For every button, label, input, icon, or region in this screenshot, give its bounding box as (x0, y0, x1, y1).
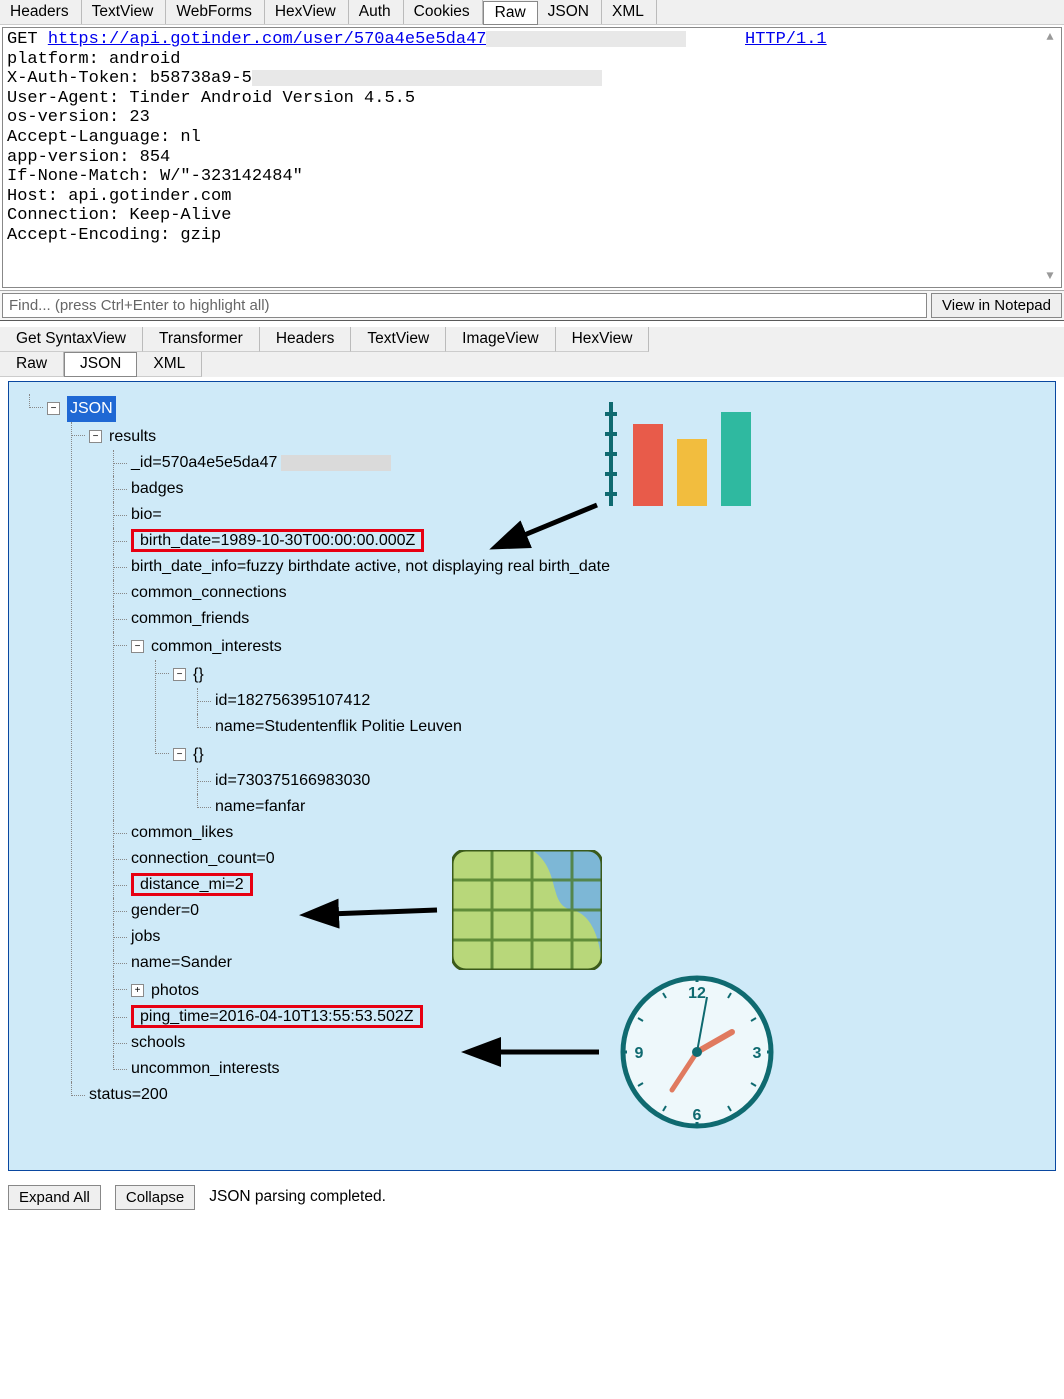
tab-resp-hexview[interactable]: HexView (556, 327, 650, 352)
tree-ci1-id[interactable]: id=730375166983030 (215, 772, 370, 789)
tab-hexview[interactable]: HexView (265, 0, 349, 24)
json-tree-pane: − JSON − results _id=570a4e5e5da47 badge… (8, 381, 1056, 1171)
tree-ping-time[interactable]: ping_time=2016-04-10T13:55:53.502Z (140, 1008, 414, 1025)
tab-imageview[interactable]: ImageView (446, 327, 555, 352)
bottom-bar: Expand All Collapse JSON parsing complet… (0, 1179, 1064, 1220)
find-row: View in Notepad (0, 290, 1064, 321)
tree-gender[interactable]: gender=0 (131, 902, 199, 919)
tree-ci0-id[interactable]: id=182756395107412 (215, 692, 370, 709)
tree-ci0[interactable]: {} (193, 662, 204, 688)
highlight-ping-time: ping_time=2016-04-10T13:55:53.502Z (131, 1005, 423, 1028)
tree-schools[interactable]: schools (131, 1034, 185, 1051)
http-version: HTTP/1.1 (745, 30, 827, 50)
find-input[interactable] (2, 293, 927, 318)
tab-resp-raw[interactable]: Raw (0, 352, 64, 377)
tree-results[interactable]: results (109, 424, 156, 450)
tree-common-friends[interactable]: common_friends (131, 610, 249, 627)
tree-birth-date[interactable]: birth_date=1989-10-30T00:00:00.000Z (140, 532, 415, 549)
svg-text:6: 6 (693, 1107, 702, 1124)
redacted-id (281, 455, 391, 471)
scrollbar-hint[interactable]: ▲▼ (1042, 28, 1058, 287)
toggle-icon[interactable]: + (131, 984, 144, 997)
request-tabs: Headers TextView WebForms HexView Auth C… (0, 0, 1064, 25)
toggle-icon[interactable]: − (47, 402, 60, 415)
tree-jobs[interactable]: jobs (131, 928, 160, 945)
highlight-distance: distance_mi=2 (131, 873, 253, 896)
tab-textview[interactable]: TextView (82, 0, 167, 24)
tab-json[interactable]: JSON (538, 0, 602, 24)
tab-headers[interactable]: Headers (0, 0, 82, 24)
toggle-icon[interactable]: − (131, 640, 144, 653)
tab-get-syntaxview[interactable]: Get SyntaxView (0, 327, 143, 352)
tree-uncommon-interests[interactable]: uncommon_interests (131, 1060, 280, 1077)
tree-distance-mi[interactable]: distance_mi=2 (140, 876, 244, 893)
request-url-link[interactable]: https://api.gotinder.com/user/570a4e5e5d… (48, 30, 487, 49)
tree-status[interactable]: status=200 (89, 1086, 168, 1103)
view-in-notepad-button[interactable]: View in Notepad (931, 293, 1062, 318)
tab-resp-json[interactable]: JSON (64, 352, 137, 377)
toggle-icon[interactable]: − (89, 430, 102, 443)
tree-ci1[interactable]: {} (193, 742, 204, 768)
tab-cookies[interactable]: Cookies (404, 0, 483, 24)
tree-birth-date-info[interactable]: birth_date_info=fuzzy birthdate active, … (131, 558, 610, 575)
tab-auth[interactable]: Auth (349, 0, 404, 24)
response-tabs-row1: Get SyntaxView Transformer Headers TextV… (0, 327, 1064, 352)
tab-webforms[interactable]: WebForms (166, 0, 265, 24)
tree-common-connections[interactable]: common_connections (131, 584, 287, 601)
tree-connection-count[interactable]: connection_count=0 (131, 850, 275, 867)
tree-bio[interactable]: bio= (131, 506, 162, 523)
expand-all-button[interactable]: Expand All (8, 1185, 101, 1210)
tree-id[interactable]: _id=570a4e5e5da47 (131, 450, 277, 476)
tree-common-interests[interactable]: common_interests (151, 634, 282, 660)
collapse-button[interactable]: Collapse (115, 1185, 195, 1210)
toggle-icon[interactable]: − (173, 748, 186, 761)
tree-photos[interactable]: photos (151, 978, 199, 1004)
tree-badges[interactable]: badges (131, 480, 184, 497)
tree-root[interactable]: JSON (67, 396, 116, 422)
tab-resp-headers[interactable]: Headers (260, 327, 352, 352)
response-tabs-row2: Raw JSON XML (0, 352, 1064, 377)
json-tree[interactable]: − JSON − results _id=570a4e5e5da47 badge… (15, 394, 1049, 1108)
tree-name[interactable]: name=Sander (131, 954, 232, 971)
tab-resp-textview[interactable]: TextView (351, 327, 446, 352)
tree-ci0-name[interactable]: name=Studentenflik Politie Leuven (215, 718, 462, 735)
tree-ci1-name[interactable]: name=fanfar (215, 798, 305, 815)
tab-raw[interactable]: Raw (483, 1, 538, 25)
toggle-icon[interactable]: − (173, 668, 186, 681)
raw-request-text[interactable]: GET https://api.gotinder.com/user/570a4e… (3, 28, 1061, 287)
status-text: JSON parsing completed. (209, 1188, 386, 1206)
tab-xml[interactable]: XML (602, 0, 657, 24)
raw-request-pane: GET https://api.gotinder.com/user/570a4e… (2, 27, 1062, 288)
tab-resp-xml[interactable]: XML (137, 352, 202, 377)
tree-common-likes[interactable]: common_likes (131, 824, 233, 841)
tab-transformer[interactable]: Transformer (143, 327, 260, 352)
highlight-birth-date: birth_date=1989-10-30T00:00:00.000Z (131, 529, 424, 552)
